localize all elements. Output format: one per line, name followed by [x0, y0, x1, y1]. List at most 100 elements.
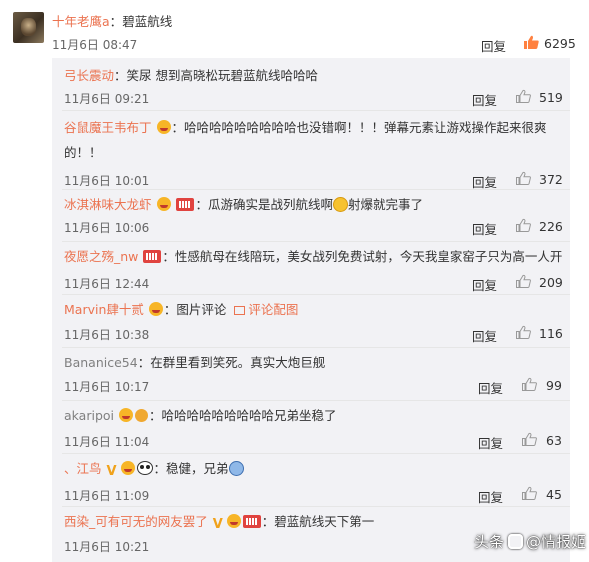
vip-badge-icon[interactable]: [242, 515, 261, 528]
like-icon[interactable]: [515, 274, 532, 289]
like-count: 99: [546, 378, 562, 393]
member-face-icon[interactable]: [226, 514, 241, 528]
like-icon[interactable]: [515, 325, 532, 340]
reply-username[interactable]: 西染_可有可无的网友罢了: [64, 514, 208, 529]
reply-username[interactable]: 弓长震动: [64, 68, 114, 83]
member-face-icon[interactable]: [148, 302, 163, 316]
reply-time: 11月6日 10:38: [64, 328, 150, 342]
reply-button[interactable]: 回复: [472, 90, 497, 109]
reply-button[interactable]: 回复: [478, 487, 503, 506]
reply-text-line2: 的！！: [64, 145, 102, 160]
reply-text: 性感航母在线陪玩，美女战列免费试射，今天我皇家窑子只为高一人开: [174, 249, 563, 264]
reply-text: 笑尿 想到高晓松玩碧蓝航线哈哈哈: [126, 68, 319, 83]
watermark-prefix: 头条: [474, 533, 505, 551]
reply-text: 在群里看到笑死。真实大炮巨舰: [150, 355, 326, 370]
picture-icon[interactable]: [234, 306, 246, 315]
toutiao-logo-icon: [508, 534, 524, 549]
like-icon[interactable]: [521, 486, 538, 501]
top-comment: 十年老鹰a：碧蓝航线 11月6日 08:47 回复 6295: [0, 0, 589, 58]
reply-text: 稳健，兄弟: [166, 461, 229, 476]
reply-button[interactable]: 回复: [478, 433, 503, 452]
vip-badge-icon[interactable]: [143, 250, 162, 263]
reply-username[interactable]: 、江鸟: [64, 461, 102, 476]
reply-text: 图片评论: [176, 302, 227, 317]
reply-time: 11月6日 11:04: [64, 435, 150, 449]
top-comment-text: 碧蓝航线: [122, 14, 173, 29]
member-face-icon[interactable]: [119, 408, 133, 422]
like-count: 372: [539, 172, 563, 187]
like-count: 116: [539, 326, 563, 341]
member-face-icon[interactable]: [156, 197, 171, 211]
reply-button[interactable]: 回复: [472, 275, 497, 294]
reply-item: akaripoi ：哈哈哈哈哈哈哈哈哈兄弟坐稳了 11月6日 11:04 回复 …: [52, 401, 570, 454]
reply-text-tail: 射爆就完事了: [348, 197, 424, 212]
watermark-handle: @情报姬: [526, 533, 587, 551]
panda-badge-icon[interactable]: [136, 461, 153, 475]
reply-time: 11月6日 10:17: [64, 380, 150, 394]
like-icon[interactable]: [521, 432, 538, 447]
reply-body: 弓长震动：笑尿 想到高晓松玩碧蓝航线哈哈哈: [64, 68, 319, 83]
replies-panel: 弓长震动：笑尿 想到高晓松玩碧蓝航线哈哈哈 11月6日 09:21 回复 519…: [52, 58, 570, 562]
user-avatar[interactable]: [13, 12, 44, 43]
reply-button[interactable]: 回复: [472, 219, 497, 238]
like-count: 63: [546, 433, 562, 448]
reply-text: 哈哈哈哈哈哈哈哈哈也没错啊！！！弹幕元素让游戏操作起来很爽: [184, 120, 547, 135]
reply-username[interactable]: akaripoi: [64, 408, 114, 423]
like-icon[interactable]: [515, 89, 532, 104]
member-face-icon[interactable]: [156, 120, 171, 134]
reply-item: Bananice54：在群里看到笑死。真实大炮巨舰 11月6日 10:17 回复…: [52, 348, 570, 401]
like-icon[interactable]: [515, 218, 532, 233]
top-comment-username[interactable]: 十年老鹰a: [52, 14, 110, 29]
like-count: 45: [546, 487, 562, 502]
reply-body: akaripoi ：哈哈哈哈哈哈哈哈哈兄弟坐稳了: [64, 408, 337, 423]
reply-username[interactable]: Bananice54: [64, 355, 138, 370]
reply-body: 谷鼠魔王韦布丁 ：哈哈哈哈哈哈哈哈哈也没错啊！！！弹幕元素让游戏操作起来很爽: [64, 120, 547, 135]
top-comment-time: 11月6日 08:47: [52, 38, 138, 52]
reply-body: 冰淇淋味大龙虾 ：瓜游确实是战列航线啊 射爆就完事了: [64, 197, 424, 212]
colon: ：: [109, 14, 123, 29]
reply-time: 11月6日 10:01: [64, 174, 150, 188]
like-count: 519: [539, 90, 563, 105]
comment-image-link[interactable]: 评论配图: [248, 302, 298, 317]
reply-time: 11月6日 10:06: [64, 221, 150, 235]
top-comment-body: 十年老鹰a：碧蓝航线: [52, 11, 172, 30]
member-face-icon[interactable]: [120, 461, 135, 475]
reply-body: Marvin肆十贰 ：图片评论 评论配图: [64, 302, 299, 317]
crown-badge-icon[interactable]: [135, 409, 148, 422]
smile-emoji-icon: [333, 197, 349, 212]
reply-username[interactable]: Marvin肆十贰: [64, 302, 144, 317]
verified-v-icon[interactable]: V: [213, 518, 225, 531]
like-icon[interactable]: [515, 171, 532, 186]
reply-button[interactable]: 回复: [478, 378, 503, 397]
reply-item: 、江鸟 V ：稳健，兄弟 11月6日 11:09 回复 45: [52, 454, 570, 507]
reply-button[interactable]: 回复: [472, 326, 497, 345]
reply-body: 、江鸟 V ：稳健，兄弟: [64, 460, 244, 478]
like-count: 209: [539, 275, 563, 290]
reply-username[interactable]: 冰淇淋味大龙虾: [64, 197, 152, 212]
reply-item: 谷鼠魔王韦布丁 ：哈哈哈哈哈哈哈哈哈也没错啊！！！弹幕元素让游戏操作起来很爽 的…: [52, 111, 570, 190]
reply-text: 哈哈哈哈哈哈哈哈哈兄弟坐稳了: [161, 408, 337, 423]
vip-badge-icon[interactable]: [176, 198, 195, 211]
reply-text: 瓜游确实是战列航线啊: [208, 197, 334, 212]
reply-text: 碧蓝航线天下第一: [274, 514, 375, 529]
reply-body: Bananice54：在群里看到笑死。真实大炮巨舰: [64, 355, 326, 370]
reply-button[interactable]: 回复: [481, 36, 506, 55]
like-icon[interactable]: [521, 377, 538, 392]
reply-time: 11月6日 11:09: [64, 489, 150, 503]
scared-emoji-icon: [228, 461, 244, 476]
verified-v-icon[interactable]: V: [107, 465, 119, 478]
reply-body: 西染_可有可无的网友罢了 V ：碧蓝航线天下第一: [64, 514, 375, 532]
reply-time: 11月6日 12:44: [64, 277, 150, 291]
watermark: 头条 @情报姬: [474, 531, 586, 552]
like-count: 226: [539, 219, 563, 234]
reply-username[interactable]: 谷鼠魔王韦布丁: [64, 120, 152, 135]
reply-item: 弓长震动：笑尿 想到高晓松玩碧蓝航线哈哈哈 11月6日 09:21 回复 519: [52, 58, 570, 111]
reply-item: 夜愿之殇_nw ：性感航母在线陪玩，美女战列免费试射，今天我皇家窑子只为高一人开…: [52, 242, 570, 295]
reply-username[interactable]: 夜愿之殇_nw: [64, 249, 138, 264]
reply-time: 11月6日 09:21: [64, 92, 150, 106]
reply-item: Marvin肆十贰 ：图片评论 评论配图 11月6日 10:38 回复 116: [52, 295, 570, 348]
reply-time: 11月6日 10:21: [64, 540, 150, 554]
like-count: 6295: [544, 36, 576, 51]
reply-body: 夜愿之殇_nw ：性感航母在线陪玩，美女战列免费试射，今天我皇家窑子只为高一人开: [64, 249, 563, 264]
like-icon[interactable]: [523, 35, 540, 50]
